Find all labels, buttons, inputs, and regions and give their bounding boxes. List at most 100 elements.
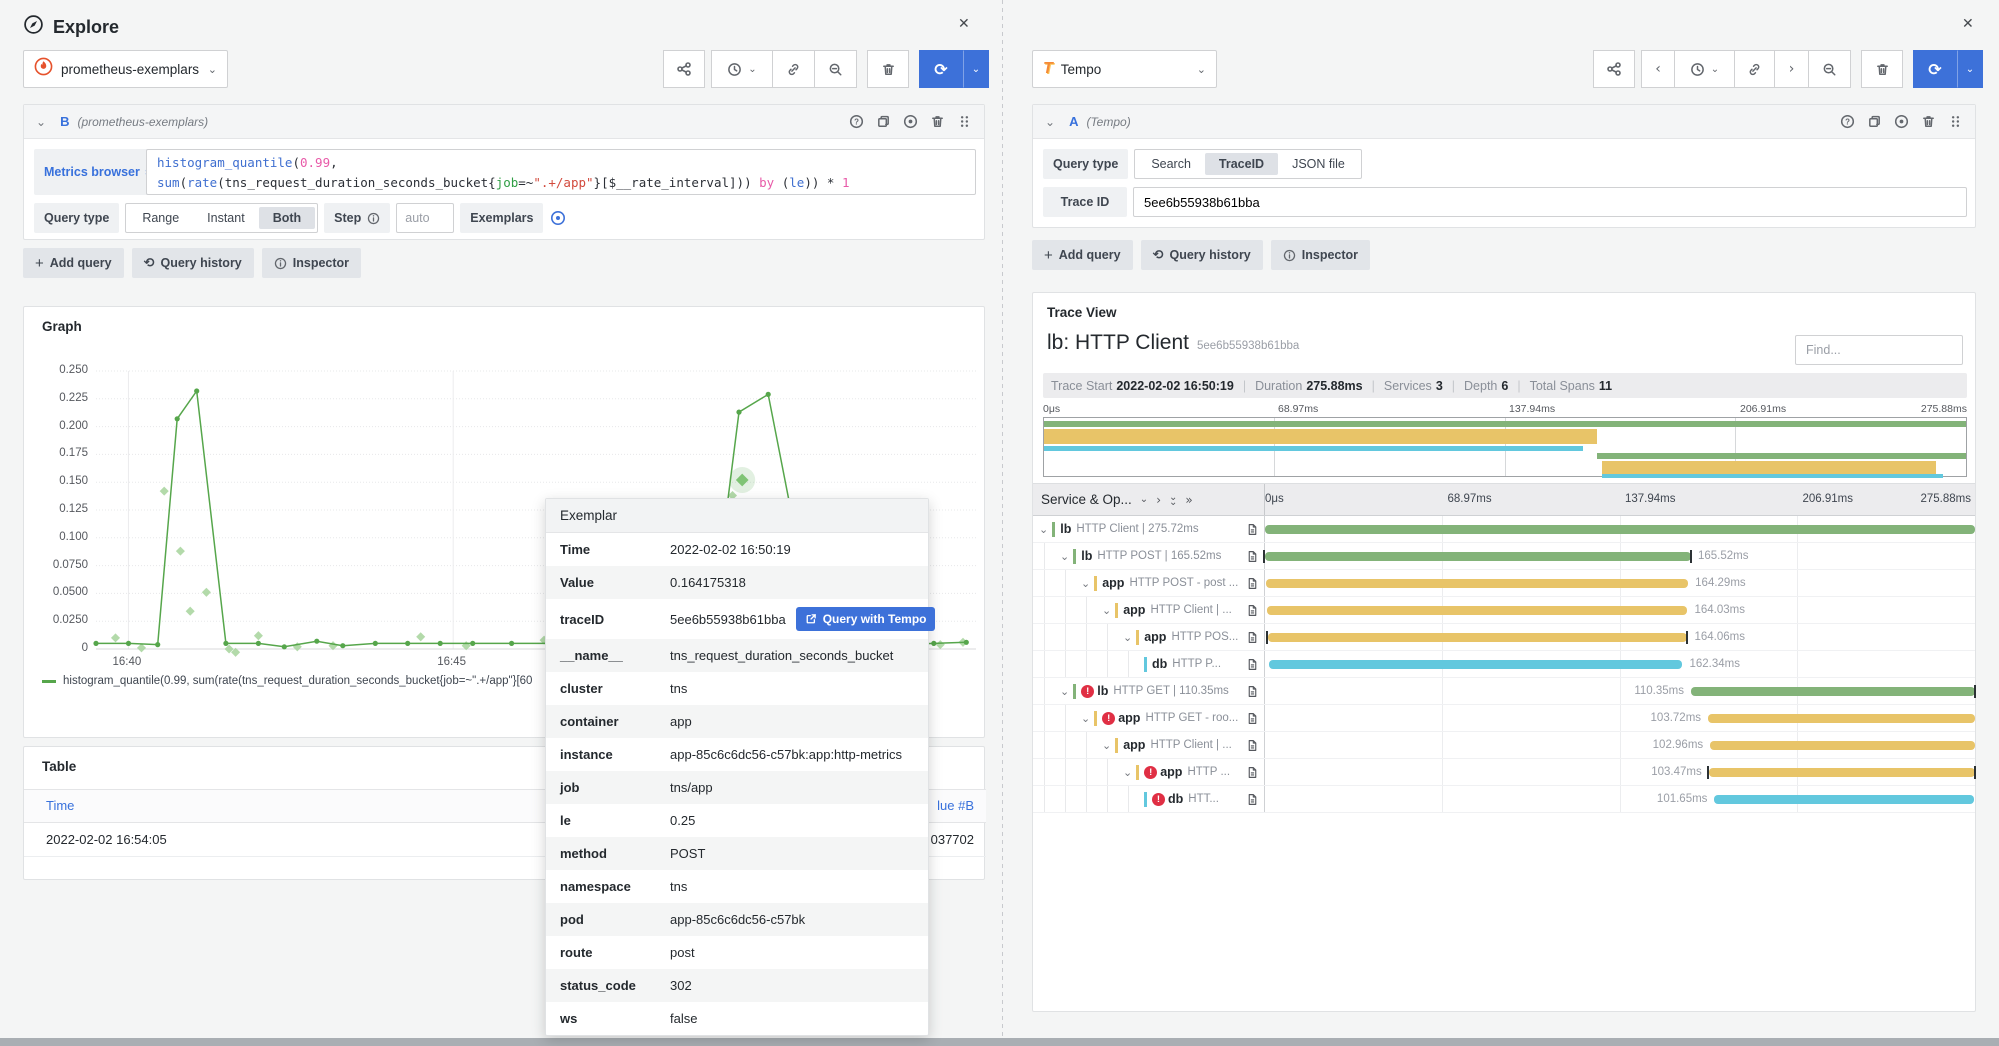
span-logs-button[interactable]: [1246, 577, 1259, 595]
span-logs-icon[interactable]: [1246, 577, 1259, 590]
time-shift-back-button[interactable]: ‹: [1641, 50, 1675, 88]
run-query-button[interactable]: ⟳: [1913, 50, 1957, 88]
span-collapse-icon[interactable]: ⌄: [1060, 685, 1069, 698]
span-collapse-icon[interactable]: ⌄: [1039, 523, 1048, 536]
series-point[interactable]: [126, 641, 131, 646]
span-collapse-icon[interactable]: ⌄: [1123, 766, 1132, 779]
span-name-cell[interactable]: ⌄appHTTP Client | ...: [1033, 597, 1265, 623]
close-right-pane-button[interactable]: ✕: [1962, 16, 1974, 32]
series-point[interactable]: [175, 416, 180, 421]
share-button[interactable]: [1593, 50, 1635, 88]
exemplar-point[interactable]: [176, 547, 185, 556]
close-left-pane-button[interactable]: ✕: [958, 16, 970, 32]
series-point[interactable]: [223, 641, 228, 646]
span-duration-bar[interactable]: [1709, 768, 1975, 777]
series-point[interactable]: [194, 388, 199, 393]
span-row[interactable]: ⌄!appHTTP ...103.47ms: [1033, 759, 1975, 786]
span-collapse-icon[interactable]: ⌄: [1102, 604, 1111, 617]
span-duration-bar[interactable]: [1266, 579, 1688, 588]
span-timeline-cell[interactable]: 103.72ms: [1265, 705, 1975, 731]
span-name-cell[interactable]: dbHTTP P...: [1033, 651, 1265, 677]
span-name-cell[interactable]: ⌄!lbHTTP GET | 110.35ms: [1033, 678, 1265, 704]
run-query-interval-dropdown[interactable]: ⌄: [963, 50, 989, 88]
series-point[interactable]: [736, 410, 741, 415]
span-collapse-icon[interactable]: ⌄: [1060, 550, 1069, 563]
span-duration-bar[interactable]: [1708, 714, 1975, 723]
step-input[interactable]: [396, 203, 454, 233]
collapse-all-icon[interactable]: ⌄⌄: [1169, 495, 1177, 505]
remove-query-icon[interactable]: [929, 114, 945, 130]
zoom-out-button[interactable]: [815, 50, 857, 88]
series-point[interactable]: [373, 641, 378, 646]
disable-query-icon[interactable]: [902, 114, 918, 130]
series-point[interactable]: [509, 641, 514, 646]
span-row[interactable]: ⌄appHTTP POS...164.06ms: [1033, 624, 1975, 651]
series-point[interactable]: [93, 641, 98, 646]
span-duration-bar[interactable]: [1691, 687, 1975, 696]
pane-divider[interactable]: [1002, 0, 1003, 1040]
span-row[interactable]: ⌄appHTTP POST - post ...164.29ms: [1033, 570, 1975, 597]
drag-handle-icon[interactable]: [1947, 114, 1963, 130]
span-logs-icon[interactable]: [1246, 604, 1259, 617]
time-shift-forward-button[interactable]: ›: [1775, 50, 1809, 88]
legend-label[interactable]: histogram_quantile(0.99, sum(rate(tns_re…: [63, 675, 532, 687]
datasource-picker-right[interactable]: T Tempo ⌄: [1032, 50, 1217, 88]
datasource-picker[interactable]: prometheus-exemplars ⌄: [23, 50, 228, 88]
span-collapse-icon[interactable]: ⌄: [1081, 712, 1090, 725]
query-type-option-instant[interactable]: Instant: [193, 207, 259, 229]
query-type-option-range[interactable]: Range: [128, 207, 193, 229]
time-range-button[interactable]: ⌄: [711, 50, 773, 88]
series-point[interactable]: [766, 392, 771, 397]
span-name-cell[interactable]: ⌄lbHTTP Client | 275.72ms: [1033, 516, 1265, 542]
span-logs-icon[interactable]: [1246, 550, 1259, 563]
span-logs-button[interactable]: [1246, 712, 1259, 730]
span-logs-button[interactable]: [1246, 631, 1259, 649]
inspector-button[interactable]: Inspector: [262, 248, 361, 278]
span-logs-button[interactable]: [1246, 604, 1259, 622]
span-row[interactable]: ⌄!appHTTP GET - roo...103.72ms: [1033, 705, 1975, 732]
series-point[interactable]: [931, 641, 936, 646]
span-duration-bar[interactable]: [1268, 633, 1688, 642]
span-row[interactable]: !dbHTT...101.65ms: [1033, 786, 1975, 813]
span-logs-button[interactable]: [1246, 793, 1259, 811]
span-logs-icon[interactable]: [1246, 766, 1259, 779]
run-query-button[interactable]: ⟳: [919, 50, 963, 88]
series-point[interactable]: [314, 639, 319, 644]
run-query-interval-dropdown[interactable]: ⌄: [1957, 50, 1983, 88]
span-timeline-cell[interactable]: 164.29ms: [1265, 570, 1975, 596]
trace-find-input[interactable]: [1795, 335, 1963, 365]
span-timeline-cell[interactable]: [1265, 516, 1975, 542]
span-name-cell[interactable]: ⌄!appHTTP ...: [1033, 759, 1265, 785]
exemplars-toggle-icon[interactable]: [549, 209, 567, 227]
query-history-button[interactable]: ⟲Query history: [132, 248, 254, 278]
drag-handle-icon[interactable]: [956, 114, 972, 130]
query-row-header[interactable]: ⌄ A (Tempo) ?: [1033, 105, 1975, 139]
span-timeline-cell[interactable]: 162.34ms: [1265, 651, 1975, 677]
add-query-button[interactable]: +Add query: [23, 248, 124, 278]
exemplar-point[interactable]: [202, 588, 211, 597]
query-row-header[interactable]: ⌄ B (prometheus-exemplars) ?: [24, 105, 984, 139]
exemplar-point[interactable]: [254, 631, 263, 640]
span-timeline-cell[interactable]: 103.47ms: [1265, 759, 1975, 785]
duplicate-query-icon[interactable]: [1866, 114, 1882, 130]
span-duration-bar[interactable]: [1265, 525, 1975, 534]
span-logs-button[interactable]: [1246, 658, 1259, 676]
span-logs-button[interactable]: [1246, 523, 1259, 541]
span-logs-icon[interactable]: [1246, 523, 1259, 536]
query-history-button[interactable]: ⟲Query history: [1141, 240, 1263, 270]
span-collapse-icon[interactable]: ⌄: [1123, 631, 1132, 644]
span-logs-button[interactable]: [1246, 685, 1259, 703]
span-row[interactable]: ⌄lbHTTP Client | 275.72ms: [1033, 516, 1975, 543]
query-type-option-both[interactable]: Both: [259, 207, 315, 229]
exemplar-point[interactable]: [111, 633, 120, 642]
span-duration-bar[interactable]: [1267, 606, 1687, 615]
span-name-cell[interactable]: ⌄appHTTP POS...: [1033, 624, 1265, 650]
series-point[interactable]: [405, 641, 410, 646]
exemplar-point[interactable]: [936, 640, 945, 649]
span-collapse-icon[interactable]: ⌄: [1102, 739, 1111, 752]
clear-all-button[interactable]: [1861, 50, 1903, 88]
span-timeline-cell[interactable]: 110.35ms: [1265, 678, 1975, 704]
span-row[interactable]: ⌄lbHTTP POST | 165.52ms165.52ms: [1033, 543, 1975, 570]
query-help-icon[interactable]: ?: [848, 114, 864, 130]
span-timeline-cell[interactable]: 101.65ms: [1265, 786, 1975, 812]
